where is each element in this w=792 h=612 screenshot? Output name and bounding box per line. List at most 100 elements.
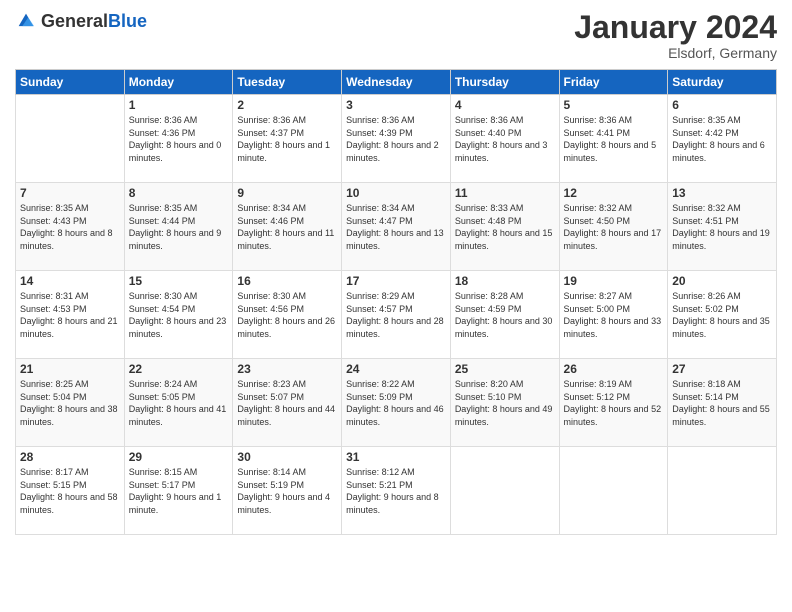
sunrise-time: Sunrise: 8:30 AM xyxy=(129,291,198,301)
sunset-time: Sunset: 4:57 PM xyxy=(346,304,413,314)
day-number: 8 xyxy=(129,186,229,200)
table-row: 6 Sunrise: 8:35 AM Sunset: 4:42 PM Dayli… xyxy=(668,95,777,183)
day-number: 13 xyxy=(672,186,772,200)
sunrise-time: Sunrise: 8:19 AM xyxy=(564,379,633,389)
day-info: Sunrise: 8:18 AM Sunset: 5:14 PM Dayligh… xyxy=(672,378,772,428)
table-row: 4 Sunrise: 8:36 AM Sunset: 4:40 PM Dayli… xyxy=(450,95,559,183)
day-info: Sunrise: 8:36 AM Sunset: 4:37 PM Dayligh… xyxy=(237,114,337,164)
table-row xyxy=(16,95,125,183)
daylight-hours: Daylight: 8 hours and 46 minutes. xyxy=(346,404,444,427)
col-tuesday: Tuesday xyxy=(233,70,342,95)
daylight-hours: Daylight: 8 hours and 8 minutes. xyxy=(20,228,113,251)
sunset-time: Sunset: 4:47 PM xyxy=(346,216,413,226)
sunset-time: Sunset: 4:50 PM xyxy=(564,216,631,226)
daylight-hours: Daylight: 9 hours and 4 minutes. xyxy=(237,492,330,515)
table-row: 21 Sunrise: 8:25 AM Sunset: 5:04 PM Dayl… xyxy=(16,359,125,447)
day-info: Sunrise: 8:35 AM Sunset: 4:42 PM Dayligh… xyxy=(672,114,772,164)
sunset-time: Sunset: 4:41 PM xyxy=(564,128,631,138)
daylight-hours: Daylight: 8 hours and 44 minutes. xyxy=(237,404,335,427)
day-number: 29 xyxy=(129,450,229,464)
sunset-time: Sunset: 5:07 PM xyxy=(237,392,304,402)
sunset-time: Sunset: 5:02 PM xyxy=(672,304,739,314)
week-row-2: 14 Sunrise: 8:31 AM Sunset: 4:53 PM Dayl… xyxy=(16,271,777,359)
daylight-hours: Daylight: 8 hours and 19 minutes. xyxy=(672,228,770,251)
sunset-time: Sunset: 4:36 PM xyxy=(129,128,196,138)
col-saturday: Saturday xyxy=(668,70,777,95)
sunrise-time: Sunrise: 8:22 AM xyxy=(346,379,415,389)
sunrise-time: Sunrise: 8:29 AM xyxy=(346,291,415,301)
daylight-hours: Daylight: 8 hours and 1 minute. xyxy=(237,140,330,163)
day-number: 25 xyxy=(455,362,555,376)
day-info: Sunrise: 8:36 AM Sunset: 4:39 PM Dayligh… xyxy=(346,114,446,164)
daylight-hours: Daylight: 8 hours and 2 minutes. xyxy=(346,140,439,163)
table-row xyxy=(559,447,668,535)
location: Elsdorf, Germany xyxy=(574,45,777,61)
sunset-time: Sunset: 5:14 PM xyxy=(672,392,739,402)
sunrise-time: Sunrise: 8:28 AM xyxy=(455,291,524,301)
table-row: 22 Sunrise: 8:24 AM Sunset: 5:05 PM Dayl… xyxy=(124,359,233,447)
day-number: 18 xyxy=(455,274,555,288)
day-number: 9 xyxy=(237,186,337,200)
day-info: Sunrise: 8:20 AM Sunset: 5:10 PM Dayligh… xyxy=(455,378,555,428)
sunrise-time: Sunrise: 8:17 AM xyxy=(20,467,89,477)
day-info: Sunrise: 8:36 AM Sunset: 4:36 PM Dayligh… xyxy=(129,114,229,164)
week-row-4: 28 Sunrise: 8:17 AM Sunset: 5:15 PM Dayl… xyxy=(16,447,777,535)
daylight-hours: Daylight: 8 hours and 52 minutes. xyxy=(564,404,662,427)
sunrise-time: Sunrise: 8:26 AM xyxy=(672,291,741,301)
sunset-time: Sunset: 5:05 PM xyxy=(129,392,196,402)
day-number: 21 xyxy=(20,362,120,376)
sunrise-time: Sunrise: 8:25 AM xyxy=(20,379,89,389)
table-row: 9 Sunrise: 8:34 AM Sunset: 4:46 PM Dayli… xyxy=(233,183,342,271)
table-row: 7 Sunrise: 8:35 AM Sunset: 4:43 PM Dayli… xyxy=(16,183,125,271)
daylight-hours: Daylight: 8 hours and 55 minutes. xyxy=(672,404,770,427)
sunrise-time: Sunrise: 8:32 AM xyxy=(672,203,741,213)
daylight-hours: Daylight: 8 hours and 6 minutes. xyxy=(672,140,765,163)
day-number: 2 xyxy=(237,98,337,112)
daylight-hours: Daylight: 8 hours and 41 minutes. xyxy=(129,404,227,427)
sunrise-time: Sunrise: 8:12 AM xyxy=(346,467,415,477)
title-block: January 2024 Elsdorf, Germany xyxy=(574,10,777,61)
day-info: Sunrise: 8:12 AM Sunset: 5:21 PM Dayligh… xyxy=(346,466,446,516)
daylight-hours: Daylight: 8 hours and 35 minutes. xyxy=(672,316,770,339)
sunset-time: Sunset: 4:43 PM xyxy=(20,216,87,226)
sunset-time: Sunset: 5:15 PM xyxy=(20,480,87,490)
sunset-time: Sunset: 4:44 PM xyxy=(129,216,196,226)
day-info: Sunrise: 8:28 AM Sunset: 4:59 PM Dayligh… xyxy=(455,290,555,340)
daylight-hours: Daylight: 8 hours and 21 minutes. xyxy=(20,316,118,339)
sunset-time: Sunset: 4:40 PM xyxy=(455,128,522,138)
sunset-time: Sunset: 4:48 PM xyxy=(455,216,522,226)
sunrise-time: Sunrise: 8:31 AM xyxy=(20,291,89,301)
table-row: 2 Sunrise: 8:36 AM Sunset: 4:37 PM Dayli… xyxy=(233,95,342,183)
table-row: 23 Sunrise: 8:23 AM Sunset: 5:07 PM Dayl… xyxy=(233,359,342,447)
day-info: Sunrise: 8:35 AM Sunset: 4:44 PM Dayligh… xyxy=(129,202,229,252)
week-row-1: 7 Sunrise: 8:35 AM Sunset: 4:43 PM Dayli… xyxy=(16,183,777,271)
table-row: 29 Sunrise: 8:15 AM Sunset: 5:17 PM Dayl… xyxy=(124,447,233,535)
sunrise-time: Sunrise: 8:18 AM xyxy=(672,379,741,389)
day-info: Sunrise: 8:27 AM Sunset: 5:00 PM Dayligh… xyxy=(564,290,664,340)
table-row: 27 Sunrise: 8:18 AM Sunset: 5:14 PM Dayl… xyxy=(668,359,777,447)
col-sunday: Sunday xyxy=(16,70,125,95)
sunset-time: Sunset: 4:53 PM xyxy=(20,304,87,314)
sunset-time: Sunset: 5:00 PM xyxy=(564,304,631,314)
day-info: Sunrise: 8:24 AM Sunset: 5:05 PM Dayligh… xyxy=(129,378,229,428)
sunrise-time: Sunrise: 8:30 AM xyxy=(237,291,306,301)
sunset-time: Sunset: 4:39 PM xyxy=(346,128,413,138)
day-info: Sunrise: 8:32 AM Sunset: 4:50 PM Dayligh… xyxy=(564,202,664,252)
day-number: 14 xyxy=(20,274,120,288)
sunrise-time: Sunrise: 8:36 AM xyxy=(564,115,633,125)
table-row: 28 Sunrise: 8:17 AM Sunset: 5:15 PM Dayl… xyxy=(16,447,125,535)
day-number: 12 xyxy=(564,186,664,200)
daylight-hours: Daylight: 8 hours and 15 minutes. xyxy=(455,228,553,251)
header: GeneralBlue January 2024 Elsdorf, German… xyxy=(15,10,777,61)
daylight-hours: Daylight: 8 hours and 28 minutes. xyxy=(346,316,444,339)
logo-icon xyxy=(15,10,37,32)
day-info: Sunrise: 8:34 AM Sunset: 4:46 PM Dayligh… xyxy=(237,202,337,252)
table-row: 13 Sunrise: 8:32 AM Sunset: 4:51 PM Dayl… xyxy=(668,183,777,271)
daylight-hours: Daylight: 8 hours and 3 minutes. xyxy=(455,140,548,163)
table-row: 25 Sunrise: 8:20 AM Sunset: 5:10 PM Dayl… xyxy=(450,359,559,447)
sunrise-time: Sunrise: 8:15 AM xyxy=(129,467,198,477)
calendar-table: Sunday Monday Tuesday Wednesday Thursday… xyxy=(15,69,777,535)
day-info: Sunrise: 8:26 AM Sunset: 5:02 PM Dayligh… xyxy=(672,290,772,340)
day-number: 27 xyxy=(672,362,772,376)
day-number: 22 xyxy=(129,362,229,376)
